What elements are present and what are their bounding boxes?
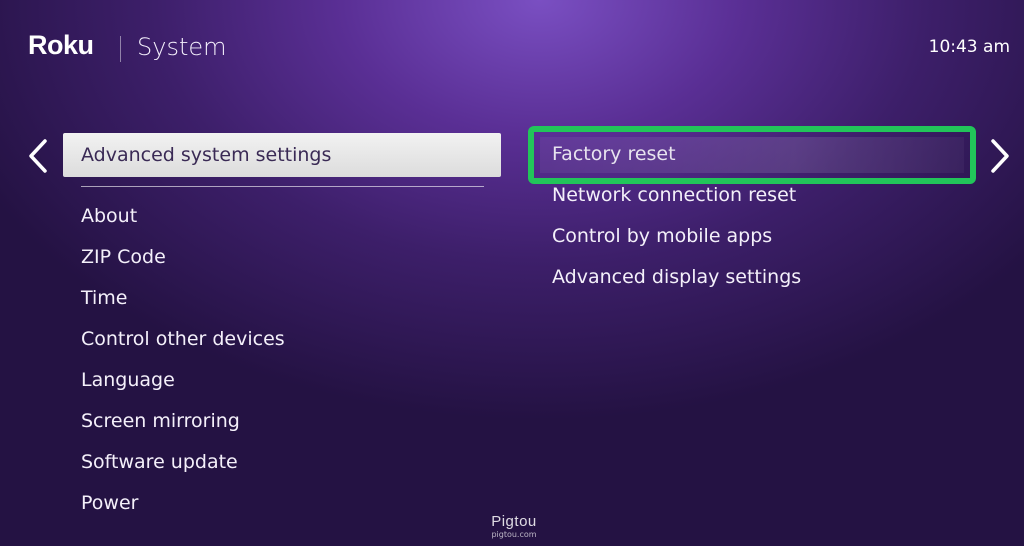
advanced-settings-list: Factory reset Network connection reset C…: [552, 135, 801, 299]
clock: 10:43 am: [928, 37, 1010, 57]
watermark: Pigtou pigtou.com: [474, 514, 554, 540]
page-title: System: [137, 33, 227, 61]
submenu-item-factory-reset[interactable]: Factory reset: [552, 135, 801, 176]
menu-item-advanced-system-settings[interactable]: Advanced system settings: [63, 133, 501, 177]
menu-item-power[interactable]: Power: [81, 485, 285, 526]
watermark-url: pigtou.com: [491, 530, 537, 539]
chevron-right-icon[interactable]: [988, 138, 1012, 174]
system-menu-list: About ZIP Code Time Control other device…: [81, 198, 285, 526]
menu-divider: [81, 186, 484, 187]
submenu-item-control-by-mobile-apps[interactable]: Control by mobile apps: [552, 217, 801, 258]
submenu-item-network-connection-reset[interactable]: Network connection reset: [552, 176, 801, 217]
menu-item-about[interactable]: About: [81, 198, 285, 239]
menu-item-language[interactable]: Language: [81, 362, 285, 403]
header-divider: [120, 36, 121, 62]
menu-item-control-other-devices[interactable]: Control other devices: [81, 321, 285, 362]
watermark-name: Pigtou: [491, 513, 537, 530]
menu-item-screen-mirroring[interactable]: Screen mirroring: [81, 403, 285, 444]
menu-item-software-update[interactable]: Software update: [81, 444, 285, 485]
chevron-left-icon[interactable]: [26, 138, 50, 174]
menu-item-time[interactable]: Time: [81, 280, 285, 321]
submenu-item-advanced-display-settings[interactable]: Advanced display settings: [552, 258, 801, 299]
brand-logo: Roku: [28, 30, 94, 60]
menu-item-zip-code[interactable]: ZIP Code: [81, 239, 285, 280]
